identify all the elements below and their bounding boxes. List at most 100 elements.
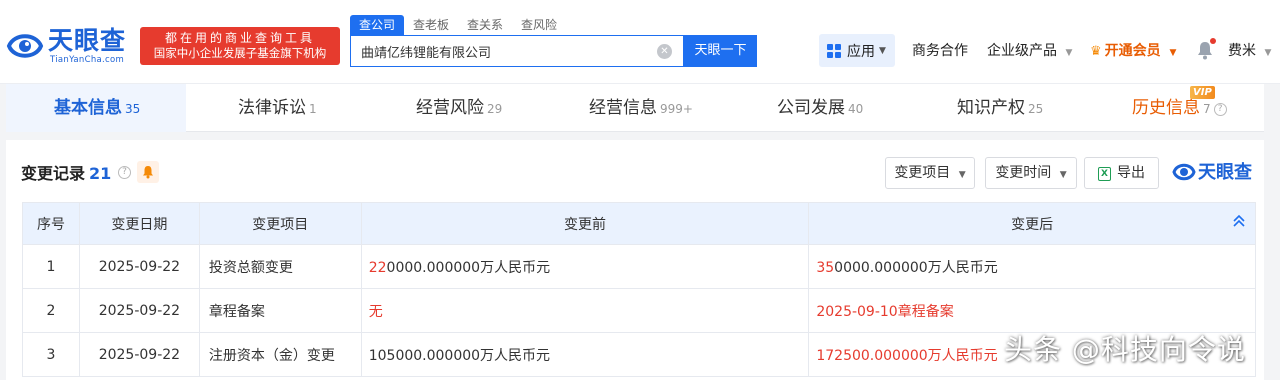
search-tab-boss[interactable]: 查老板 [404, 15, 458, 35]
chevron-down-icon: ▼ [1169, 48, 1177, 58]
tab-count: 7 [1203, 102, 1211, 116]
search-input[interactable] [351, 36, 651, 66]
user-name: 费米 [1228, 43, 1256, 59]
tab-count: 1 [309, 102, 317, 116]
chevron-down-icon: ▼ [879, 45, 886, 56]
filter-item-label: 变更项目 [894, 165, 951, 181]
cell-item: 注册资本（金）变更 [198, 332, 362, 377]
tab-label: 经营风险 [416, 98, 484, 118]
search-tab-relation[interactable]: 查关系 [458, 15, 512, 35]
search-tab-company[interactable]: 查公司 [350, 15, 405, 35]
tab-label: 经营信息 [589, 98, 657, 118]
table-header-row: 序号 变更日期 变更项目 变更前 变更后 [22, 202, 1256, 245]
crown-icon: ♛ [1090, 44, 1102, 59]
tab-legal[interactable]: 法律诉讼 1 [238, 84, 317, 132]
tab-ip[interactable]: 知识产权 25 [957, 84, 1043, 132]
chevron-down-icon: ▼ [1065, 48, 1073, 58]
vip-badge: VIP [1190, 86, 1215, 99]
cell-date: 2025-09-22 [78, 332, 200, 377]
tab-count: 29 [487, 102, 503, 116]
tab-count: 999+ [660, 102, 693, 116]
section-count: 21 [89, 164, 112, 183]
tab-business-info[interactable]: 经营信息 999+ [589, 84, 693, 132]
search-type-tabs: 查公司 查老板 查关系 查风险 [350, 15, 566, 35]
top-header: 天眼查 TianYanCha.com 都在用的商业查询工具 国家中小企业发展子基… [0, 0, 1280, 84]
diff-highlight: 2025-09-10章程备案 [816, 304, 954, 320]
cell-item: 投资总额变更 [198, 244, 362, 289]
filter-change-time-dropdown[interactable]: 变更时间 ▼ [985, 157, 1077, 189]
eye-logo-icon [1172, 163, 1196, 181]
tab-count: 35 [125, 102, 141, 116]
nav-business[interactable]: 商务合作 [912, 41, 968, 61]
search-button[interactable]: 天眼一下 [684, 35, 757, 67]
col-header-no: 序号 [22, 202, 80, 245]
cell-no: 3 [22, 332, 80, 377]
cell-before: 220000.000000万人民币元 [360, 244, 810, 289]
tab-development[interactable]: 公司发展 40 [777, 84, 863, 132]
filter-time-label: 变更时间 [995, 165, 1052, 181]
col-header-after: 变更后 [808, 202, 1256, 245]
logo-domain: TianYanCha.com [50, 55, 125, 65]
search-box: ✕ [350, 35, 684, 67]
cell-date: 2025-09-22 [78, 244, 200, 289]
clear-icon[interactable]: ✕ [657, 44, 672, 59]
tab-label: 历史信息 [1132, 98, 1200, 118]
export-button[interactable]: X 导出 [1084, 157, 1159, 189]
diff-highlight: 172500.000000万人民币元 [816, 348, 998, 364]
section-title: 变更记录 21 [21, 163, 111, 185]
monitor-alert-button[interactable] [137, 161, 159, 183]
logo-text: 天眼查 [48, 26, 127, 55]
tab-count: 25 [1028, 102, 1044, 116]
excel-icon: X [1098, 167, 1111, 181]
tab-label: 知识产权 [957, 98, 1025, 118]
tab-label: 法律诉讼 [238, 98, 306, 118]
section-title-text: 变更记录 [21, 164, 86, 183]
tianyancha-logo[interactable]: 天眼查 TianYanCha.com [6, 26, 132, 70]
nav-enterprise-products[interactable]: 企业级产品 ▼ [987, 41, 1072, 63]
cell-item: 章程备案 [198, 288, 362, 333]
tab-basic-info[interactable]: 基本信息 35 [54, 84, 140, 132]
cell-before: 无 [360, 288, 810, 333]
diff-highlight: 35 [816, 260, 835, 276]
chevron-up-icon[interactable] [1232, 214, 1246, 228]
diff-highlight: 22 [368, 260, 387, 276]
tianyancha-brand-mark: 天眼查 [1172, 160, 1258, 186]
cell-after: 2025-09-10章程备案 [808, 288, 1256, 333]
brand-mark-text: 天眼查 [1198, 162, 1252, 183]
user-menu[interactable]: 费米 ▼ [1228, 41, 1271, 63]
cell-text: 0000.000000万人民币元 [834, 260, 998, 276]
chevron-down-icon: ▼ [1264, 48, 1272, 58]
cell-no: 2 [22, 288, 80, 333]
slogan-line-1: 都在用的商业查询工具 [164, 31, 315, 45]
col-header-item: 变更项目 [198, 202, 362, 245]
eye-logo-icon [6, 34, 44, 58]
col-header-before: 变更前 [360, 202, 810, 245]
apps-grid-icon [827, 43, 841, 58]
help-icon[interactable]: ? [1213, 103, 1227, 116]
search-tab-risk[interactable]: 查风险 [512, 15, 566, 35]
diff-highlight: 无 [368, 304, 383, 320]
cell-date: 2025-09-22 [78, 288, 200, 333]
nav-vip-label: 开通会员 [1104, 43, 1161, 59]
table-row: 1 2025-09-22 投资总额变更 220000.000000万人民币元 3… [22, 244, 1256, 289]
col-header-date: 变更日期 [78, 202, 200, 245]
cell-before: 105000.000000万人民币元 [360, 332, 810, 377]
cell-after: 350000.000000万人民币元 [808, 244, 1256, 289]
notification-dot [1210, 38, 1216, 44]
tab-business-risk[interactable]: 经营风险 29 [416, 84, 502, 132]
slogan-banner[interactable]: 都在用的商业查询工具 国家中小企业发展子基金旗下机构 [140, 27, 340, 65]
help-icon[interactable]: ? [118, 166, 131, 179]
table-row: 2 2025-09-22 章程备案 无 2025-09-10章程备案 [22, 288, 1256, 333]
slogan-line-2: 国家中小企业发展子基金旗下机构 [153, 46, 327, 60]
bell-icon [143, 166, 153, 179]
cell-no: 1 [22, 244, 80, 289]
filter-change-item-dropdown[interactable]: 变更项目 ▼ [885, 157, 975, 189]
nav-apps-label: 应用 [847, 43, 875, 60]
tab-count: 40 [848, 102, 864, 116]
chevron-down-icon: ▼ [1059, 170, 1067, 180]
nav-apps-menu[interactable]: 应用 ▼ [819, 34, 895, 67]
nav-vip[interactable]: ♛ 开通会员 ▼ [1090, 41, 1176, 63]
cell-text: 0000.000000万人民币元 [386, 260, 551, 276]
tab-label: 公司发展 [777, 98, 845, 118]
cell-text: 105000.000000万人民币元 [368, 348, 551, 364]
